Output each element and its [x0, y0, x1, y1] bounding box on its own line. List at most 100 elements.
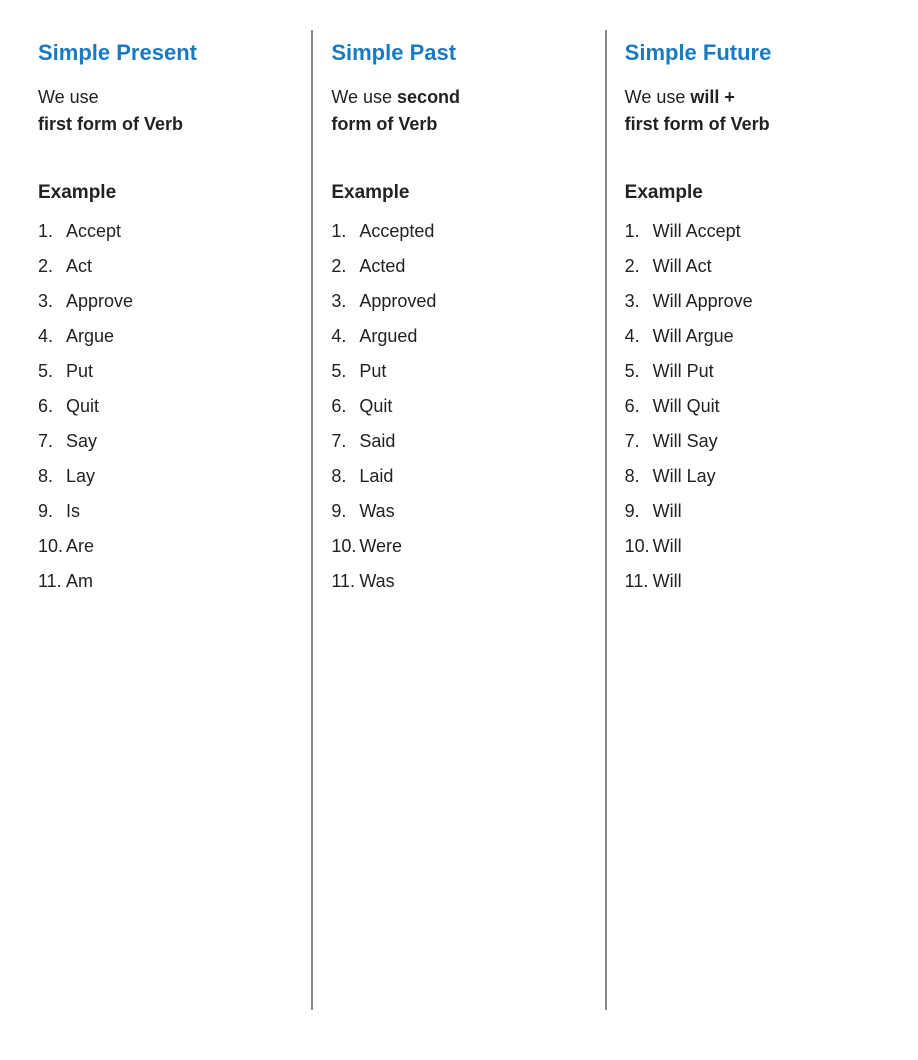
- rule-past: We use secondform of Verb: [331, 84, 586, 164]
- verb-number: 2.: [625, 256, 653, 277]
- verb-word: Laid: [359, 466, 393, 487]
- example-label-past: Example: [331, 182, 586, 204]
- verb-number: 6.: [38, 396, 66, 417]
- verb-word: Will Argue: [653, 326, 734, 347]
- verb-word: Will Approve: [653, 291, 753, 312]
- list-item: 11.Am: [38, 564, 293, 599]
- rule-plain-future: We use will +first form of Verb: [625, 87, 770, 134]
- rule-bold-present: first form of Verb: [38, 114, 183, 134]
- verb-word: Will Lay: [653, 466, 716, 487]
- verb-number: 11.: [38, 571, 66, 592]
- verb-number: 8.: [625, 466, 653, 487]
- column-title-present: Simple Present: [38, 40, 293, 66]
- verb-word: Quit: [66, 396, 99, 417]
- rule-future: We use will +first form of Verb: [625, 84, 880, 164]
- list-item: 1.Accept: [38, 214, 293, 249]
- verb-word: Will: [653, 501, 682, 522]
- verb-word: Was: [359, 501, 394, 522]
- verb-number: 8.: [331, 466, 359, 487]
- verb-number: 7.: [331, 431, 359, 452]
- verb-word: Lay: [66, 466, 95, 487]
- verb-number: 5.: [331, 361, 359, 382]
- list-item: 8.Lay: [38, 459, 293, 494]
- column-simple-future: Simple Future We use will +first form of…: [607, 30, 898, 1010]
- verb-word: Accepted: [359, 221, 434, 242]
- verb-word: Are: [66, 536, 94, 557]
- rule-bold-past: secondform of Verb: [331, 87, 460, 134]
- list-item: 8.Will Lay: [625, 459, 880, 494]
- verb-word: Approved: [359, 291, 436, 312]
- list-item: 9.Will: [625, 494, 880, 529]
- list-item: 7.Will Say: [625, 424, 880, 459]
- verb-word: Act: [66, 256, 92, 277]
- verb-word: Said: [359, 431, 395, 452]
- verb-word: Quit: [359, 396, 392, 417]
- verb-word: Argue: [66, 326, 114, 347]
- list-item: 10.Will: [625, 529, 880, 564]
- verb-number: 7.: [38, 431, 66, 452]
- column-simple-present: Simple Present We use first form of Verb…: [20, 30, 313, 1010]
- rule-plain-past: We use secondform of Verb: [331, 87, 460, 134]
- list-item: 6.Quit: [331, 389, 586, 424]
- list-item: 9.Is: [38, 494, 293, 529]
- verb-number: 1.: [331, 221, 359, 242]
- list-item: 10.Were: [331, 529, 586, 564]
- list-item: 5.Will Put: [625, 354, 880, 389]
- example-label-present: Example: [38, 182, 293, 204]
- verb-list-past: 1.Accepted2.Acted3.Approved4.Argued5.Put…: [331, 214, 586, 599]
- verb-word: Am: [66, 571, 93, 592]
- verb-number: 9.: [625, 501, 653, 522]
- verb-number: 4.: [331, 326, 359, 347]
- verb-number: 3.: [38, 291, 66, 312]
- list-item: 1.Accepted: [331, 214, 586, 249]
- list-item: 4.Will Argue: [625, 319, 880, 354]
- verb-number: 5.: [38, 361, 66, 382]
- verb-number: 11.: [625, 571, 653, 592]
- list-item: 9.Was: [331, 494, 586, 529]
- verb-list-present: 1.Accept2.Act3.Approve4.Argue5.Put6.Quit…: [38, 214, 293, 599]
- verb-number: 6.: [331, 396, 359, 417]
- verb-word: Put: [66, 361, 93, 382]
- verb-list-future: 1.Will Accept2.Will Act3.Will Approve4.W…: [625, 214, 880, 599]
- list-item: 3.Approve: [38, 284, 293, 319]
- list-item: 2.Will Act: [625, 249, 880, 284]
- list-item: 11.Will: [625, 564, 880, 599]
- list-item: 6.Quit: [38, 389, 293, 424]
- verb-word: Approve: [66, 291, 133, 312]
- verb-number: 1.: [625, 221, 653, 242]
- verb-word: Acted: [359, 256, 405, 277]
- rule-bold-future: will +first form of Verb: [625, 87, 770, 134]
- verb-number: 2.: [331, 256, 359, 277]
- verb-word: Will Accept: [653, 221, 741, 242]
- verb-number: 10.: [625, 536, 653, 557]
- verb-number: 9.: [331, 501, 359, 522]
- list-item: 5.Put: [38, 354, 293, 389]
- list-item: 7.Said: [331, 424, 586, 459]
- column-title-future: Simple Future: [625, 40, 880, 66]
- verb-number: 9.: [38, 501, 66, 522]
- verb-number: 3.: [331, 291, 359, 312]
- list-item: 7.Say: [38, 424, 293, 459]
- verb-number: 7.: [625, 431, 653, 452]
- list-item: 6.Will Quit: [625, 389, 880, 424]
- verb-number: 11.: [331, 571, 359, 592]
- verb-number: 1.: [38, 221, 66, 242]
- column-title-past: Simple Past: [331, 40, 586, 66]
- verb-number: 8.: [38, 466, 66, 487]
- list-item: 11.Was: [331, 564, 586, 599]
- verb-word: Will Act: [653, 256, 712, 277]
- verb-number: 3.: [625, 291, 653, 312]
- verb-number: 4.: [38, 326, 66, 347]
- list-item: 1.Will Accept: [625, 214, 880, 249]
- verb-word: Say: [66, 431, 97, 452]
- list-item: 2.Act: [38, 249, 293, 284]
- rule-plain-present: We use: [38, 87, 99, 107]
- list-item: 5.Put: [331, 354, 586, 389]
- example-label-future: Example: [625, 182, 880, 204]
- verb-number: 10.: [38, 536, 66, 557]
- list-item: 4.Argue: [38, 319, 293, 354]
- verb-word: Accept: [66, 221, 121, 242]
- verb-number: 4.: [625, 326, 653, 347]
- verb-word: Will Say: [653, 431, 718, 452]
- list-item: 2.Acted: [331, 249, 586, 284]
